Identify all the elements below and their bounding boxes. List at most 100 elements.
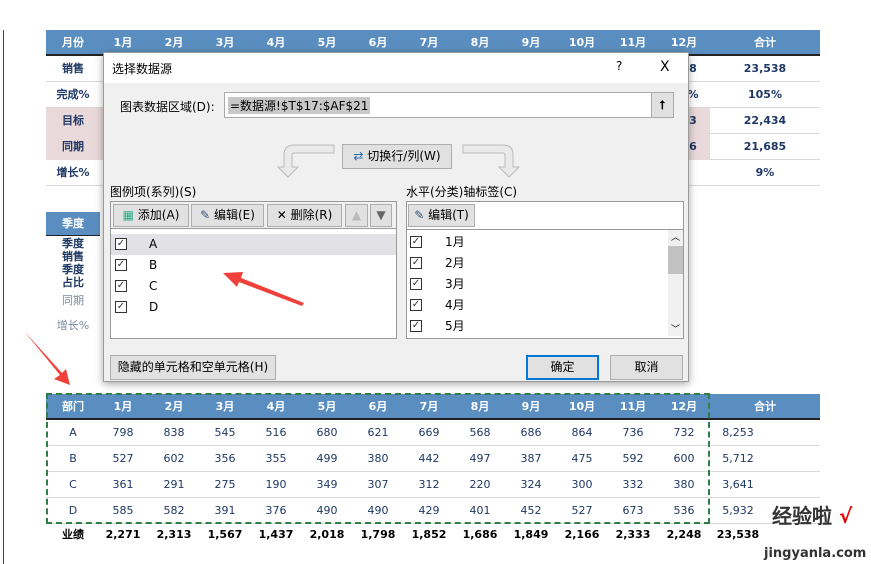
select-data-source-dialog: 选择数据源 ? X 图表数据区域(D): =数据源!$T$17:$AF$21 ⭡…	[103, 52, 689, 382]
checkbox[interactable]: ✓	[410, 236, 422, 248]
axis-label: 3月	[445, 277, 465, 291]
series-name: D	[149, 300, 159, 314]
move-down-button[interactable]: ▼	[370, 204, 392, 227]
row-label: 完成%	[56, 88, 90, 101]
axis-label: 1月	[445, 235, 465, 249]
scrollbar[interactable]: ︿ ﹀	[668, 230, 683, 336]
cell-value: 1,849	[513, 528, 549, 541]
cell-value: 2,333	[615, 528, 651, 541]
row-label: 占比	[62, 276, 84, 289]
axis-label: 2月	[445, 256, 465, 270]
total-cell: 5,932	[722, 504, 754, 517]
checkbox[interactable]: ✓	[115, 301, 127, 313]
row-label: 同期	[62, 140, 84, 153]
checkbox[interactable]: ✓	[410, 278, 422, 290]
checkbox[interactable]: ✓	[410, 299, 422, 311]
watermark-url: jingyanla.com	[764, 546, 867, 561]
delete-series-button[interactable]: ✕ 删除(R)	[267, 204, 342, 227]
edit-icon: ✎	[200, 208, 211, 222]
row-label: 同期	[62, 294, 84, 307]
range-value: =数据源!$T$17:$AF$21	[228, 97, 371, 114]
row-label: 业绩	[62, 528, 84, 541]
scroll-down-icon[interactable]: ﹀	[671, 322, 680, 335]
series-item[interactable]: ✓ A	[111, 234, 396, 255]
add-series-button[interactable]: ▦ 添加(A)	[113, 204, 189, 227]
watermark-logo: 经验啦 √	[772, 500, 852, 529]
axis-labels-list: ✎ 编辑(T) ✓ 1月 ✓ 2月 ✓ 3月 ✓ 4月 ✓ 5月 ︿ ﹀	[406, 201, 684, 339]
total-cell: 23,538	[716, 528, 760, 541]
axis-label: 4月	[445, 298, 465, 312]
move-up-button[interactable]: ▲	[345, 204, 368, 227]
cell-value: 2,271	[105, 528, 141, 541]
edit-series-button[interactable]: ✎ 编辑(E)	[191, 204, 264, 227]
add-icon: ▦	[122, 208, 134, 222]
header-cell: 月份	[62, 36, 84, 49]
divider	[407, 229, 683, 230]
checkbox[interactable]: ✓	[115, 238, 127, 250]
checkbox[interactable]: ✓	[410, 257, 422, 269]
row-label: 增长%	[56, 166, 90, 179]
range-label: 图表数据区域(D):	[120, 100, 215, 114]
axis-label-item[interactable]: ✓ 1月	[407, 232, 667, 253]
watermark-text: 经验啦	[772, 504, 832, 528]
close-button[interactable]: X	[660, 59, 670, 75]
axis-label: 5月	[445, 319, 465, 333]
cell-value: 1,437	[258, 528, 294, 541]
axis-labels-title: 水平(分类)轴标签(C)	[406, 185, 518, 199]
total-cell: 5,712	[722, 452, 754, 465]
hidden-empty-cells-button[interactable]: 隐藏的单元格和空单元格(H)	[110, 355, 276, 380]
cancel-button[interactable]: 取消	[610, 355, 683, 380]
scroll-up-icon[interactable]: ︿	[671, 230, 680, 243]
range-input[interactable]: =数据源!$T$17:$AF$21 ⭡	[224, 92, 674, 118]
arrow-left-decor	[276, 144, 335, 178]
switch-label: 切换行/列(W)	[367, 149, 441, 163]
collapse-icon[interactable]: ⭡	[651, 93, 673, 117]
help-button[interactable]: ?	[616, 59, 622, 73]
cell-value: 1,567	[207, 528, 243, 541]
arrow-right-decor	[462, 144, 521, 178]
ok-button[interactable]: 确定	[526, 355, 599, 380]
selection-marquee	[46, 393, 710, 524]
total-cell: 22,434	[743, 114, 787, 127]
total-cell: 23,538	[743, 62, 787, 75]
sheet-left-border	[3, 30, 4, 564]
edit-axis-button[interactable]: ✎ 编辑(T)	[408, 204, 475, 227]
total-cell: 105%	[748, 88, 782, 101]
dialog-title: 选择数据源	[112, 62, 173, 76]
total-cell: 3,641	[722, 478, 754, 491]
series-name: C	[149, 279, 158, 293]
row-label: 目标	[62, 114, 84, 127]
add-label: 添加(A)	[137, 208, 180, 222]
delete-label: 删除(R)	[290, 208, 333, 222]
cell-value: 2,313	[156, 528, 192, 541]
series-name: A	[149, 237, 158, 251]
edit-label: 编辑(E)	[213, 208, 255, 222]
axis-label-item[interactable]: ✓ 5月	[407, 316, 667, 337]
checkbox[interactable]: ✓	[410, 320, 422, 332]
row-label: 销售	[62, 250, 84, 263]
axis-label-item[interactable]: ✓ 2月	[407, 253, 667, 274]
check-mark-icon: √	[832, 504, 853, 528]
cell-value: 2,018	[309, 528, 345, 541]
total-cell: 21,685	[743, 140, 787, 153]
total-cell: 8,253	[722, 426, 754, 439]
switch-row-column-button[interactable]: ⇄ 切换行/列(W)	[342, 144, 452, 169]
checkbox[interactable]: ✓	[115, 259, 127, 271]
cell-value: 1,686	[462, 528, 498, 541]
header-cell: 合计	[754, 36, 776, 49]
scrollbar-thumb[interactable]	[668, 246, 683, 274]
checkbox[interactable]: ✓	[115, 280, 127, 292]
dialog-titlebar: 选择数据源 ? X	[104, 53, 688, 83]
header-cell: 季度	[62, 217, 84, 230]
row-label: 销售	[62, 62, 84, 75]
switch-icon: ⇄	[353, 149, 364, 163]
edit-icon: ✎	[414, 208, 425, 222]
series-name: B	[149, 258, 158, 272]
total-cell: 9%	[755, 166, 775, 179]
axis-label-item[interactable]: ✓ 3月	[407, 274, 667, 295]
row-label: 季度	[62, 263, 84, 276]
red-arrow-pointer	[223, 272, 304, 306]
header-cell: 合计	[754, 400, 776, 413]
axis-label-item[interactable]: ✓ 4月	[407, 295, 667, 316]
cell-value: 1,852	[411, 528, 447, 541]
